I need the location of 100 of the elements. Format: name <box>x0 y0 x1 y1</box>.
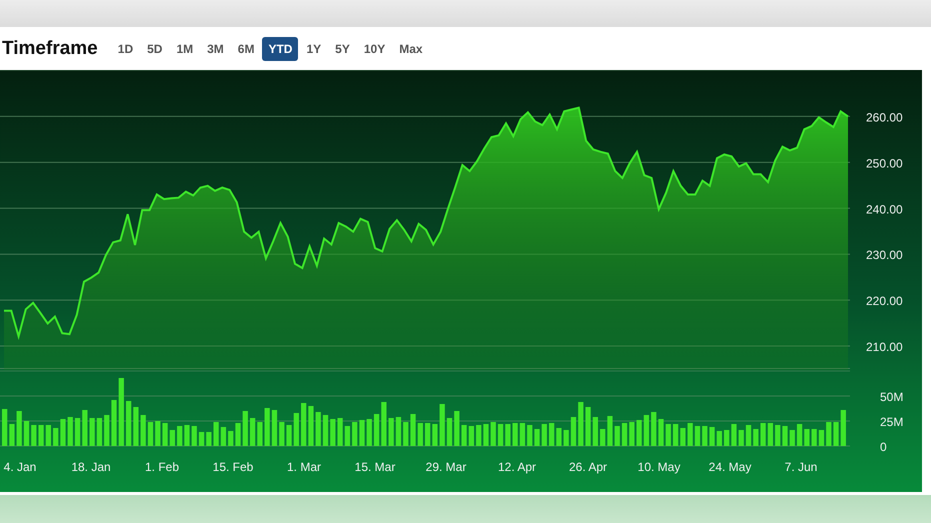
volume-bar <box>688 423 693 446</box>
volume-bar <box>490 422 496 446</box>
volume-tick-label: 0 <box>880 440 887 454</box>
volume-bar <box>24 421 30 446</box>
range-button[interactable]: Max <box>393 36 429 60</box>
volume-bar <box>658 419 664 446</box>
volume-bar <box>301 403 306 446</box>
volume-bar <box>235 423 241 446</box>
volume-bar <box>680 428 686 446</box>
volume-bar <box>570 417 576 446</box>
volume-bar <box>512 423 518 446</box>
volume-bar <box>724 430 730 446</box>
volume-bar <box>694 426 700 446</box>
volume-bar <box>476 425 482 446</box>
volume-bar <box>418 423 423 446</box>
volume-bar <box>775 425 780 446</box>
volume-bar <box>534 429 540 446</box>
price-tick-label: 210.00 <box>866 340 903 354</box>
volume-bar <box>644 415 650 446</box>
range-button[interactable]: 1D <box>112 36 140 60</box>
date-label: 1. Mar <box>287 460 321 474</box>
volume-bar <box>564 430 569 446</box>
volume-bar <box>520 423 526 446</box>
volume-bar <box>804 429 810 446</box>
price-tick-label: 220.00 <box>866 294 903 308</box>
range-button[interactable]: 1Y <box>300 36 328 60</box>
volume-bar <box>170 430 175 446</box>
range-button[interactable]: YTD <box>262 36 298 60</box>
range-button[interactable]: 5Y <box>329 36 356 60</box>
volume-bar <box>812 429 817 446</box>
volume-bar <box>374 414 380 446</box>
volume-bar <box>286 425 292 446</box>
volume-bar <box>46 425 51 446</box>
volume-bar <box>53 428 58 446</box>
volume-bar <box>672 424 678 446</box>
date-label: 26. Apr <box>568 460 608 474</box>
volume-bar <box>578 402 584 446</box>
date-label: 29. Mar <box>426 460 466 474</box>
date-label: 12. Apr <box>498 460 536 474</box>
price-tick-label: 230.00 <box>866 248 903 262</box>
date-label: 4. Jan <box>4 460 36 474</box>
volume-bar <box>607 416 613 446</box>
timeframe-title: Timeframe <box>2 38 98 60</box>
volume-bar <box>74 418 80 446</box>
volume-bar <box>768 423 774 446</box>
volume-bar <box>702 426 708 446</box>
volume-bar <box>746 425 752 446</box>
volume-bar <box>111 400 117 446</box>
volume-bar <box>731 424 737 446</box>
range-button[interactable]: 10Y <box>358 36 392 60</box>
volume-bar <box>9 424 15 446</box>
volume-bar <box>753 429 758 446</box>
volume-bar <box>257 422 262 446</box>
volume-bar <box>104 415 110 446</box>
volume-bar <box>214 422 219 446</box>
volume-bar <box>461 425 467 446</box>
volume-bar <box>308 406 314 446</box>
volume-bar <box>716 431 722 446</box>
volume-bar <box>90 418 95 446</box>
volume-bar <box>454 411 460 446</box>
volume-bar <box>614 426 620 446</box>
volume-bar <box>322 415 328 446</box>
volume-bar <box>316 412 321 446</box>
date-label: 15. Feb <box>212 460 254 474</box>
volume-bar <box>651 412 656 446</box>
volume-bar <box>840 410 846 446</box>
range-button[interactable]: 1M <box>170 36 200 60</box>
volume-bar <box>82 410 88 446</box>
volume-bar <box>206 432 212 446</box>
volume-bar <box>585 407 591 446</box>
volume-bar <box>31 425 36 446</box>
volume-bar <box>177 426 182 446</box>
volume-bar <box>760 423 766 446</box>
date-label: 7. Jun <box>784 460 818 474</box>
volume-bar <box>279 422 284 446</box>
volume-bar <box>498 424 504 446</box>
volume-bar <box>833 422 839 446</box>
volume-bar <box>622 423 628 446</box>
volume-bar <box>636 420 642 446</box>
range-button[interactable]: 3M <box>201 36 230 60</box>
volume-bar <box>527 425 532 446</box>
volume-bar <box>2 409 8 446</box>
range-button[interactable]: 6M <box>232 36 260 60</box>
date-label: 18. Jan <box>71 460 111 474</box>
volume-bar <box>148 422 154 446</box>
volume-bar <box>68 417 73 446</box>
volume-bar <box>381 402 386 446</box>
volume-bar <box>790 430 795 446</box>
volume-bar <box>410 414 416 446</box>
volume-bar <box>228 431 234 446</box>
volume-bar <box>796 424 802 446</box>
volume-bar <box>388 418 394 446</box>
date-label: 1. Feb <box>144 460 180 474</box>
volume-bar <box>709 427 715 446</box>
date-label: 10. May <box>638 460 680 474</box>
volume-bar <box>483 424 489 446</box>
volume-bar <box>359 420 365 446</box>
range-button[interactable]: 5D <box>141 36 168 60</box>
volume-bar <box>782 426 788 446</box>
volume-bar <box>548 423 554 446</box>
